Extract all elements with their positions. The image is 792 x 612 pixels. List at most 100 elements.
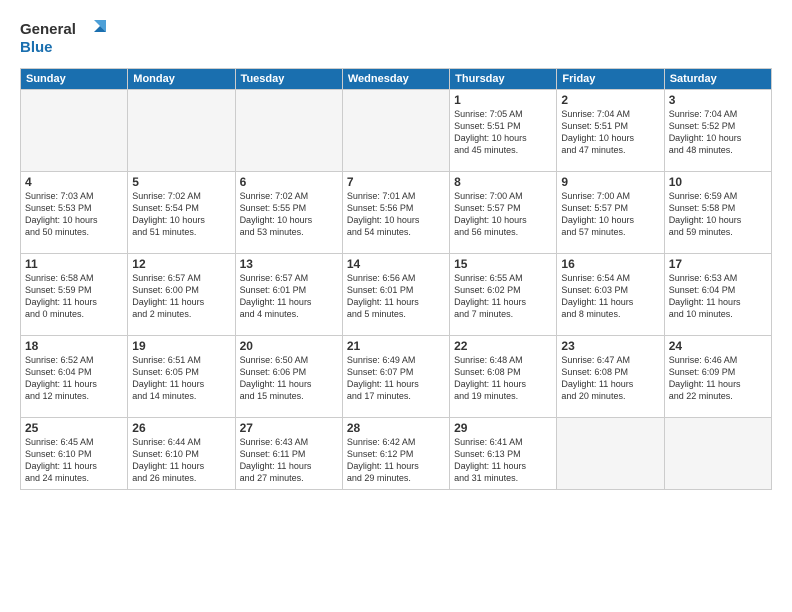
calendar-cell bbox=[342, 90, 449, 172]
day-number: 21 bbox=[347, 339, 445, 353]
week-row-5: 25Sunrise: 6:45 AMSunset: 6:10 PMDayligh… bbox=[21, 418, 772, 490]
weekday-sunday: Sunday bbox=[21, 69, 128, 90]
day-info: Sunrise: 6:52 AMSunset: 6:04 PMDaylight:… bbox=[25, 354, 123, 403]
calendar-cell: 5Sunrise: 7:02 AMSunset: 5:54 PMDaylight… bbox=[128, 172, 235, 254]
day-number: 29 bbox=[454, 421, 552, 435]
calendar-cell: 26Sunrise: 6:44 AMSunset: 6:10 PMDayligh… bbox=[128, 418, 235, 490]
calendar-cell: 10Sunrise: 6:59 AMSunset: 5:58 PMDayligh… bbox=[664, 172, 771, 254]
day-number: 23 bbox=[561, 339, 659, 353]
day-number: 8 bbox=[454, 175, 552, 189]
calendar-cell: 27Sunrise: 6:43 AMSunset: 6:11 PMDayligh… bbox=[235, 418, 342, 490]
calendar-cell: 25Sunrise: 6:45 AMSunset: 6:10 PMDayligh… bbox=[21, 418, 128, 490]
weekday-wednesday: Wednesday bbox=[342, 69, 449, 90]
week-row-3: 11Sunrise: 6:58 AMSunset: 5:59 PMDayligh… bbox=[21, 254, 772, 336]
calendar-table: SundayMondayTuesdayWednesdayThursdayFrid… bbox=[20, 68, 772, 490]
calendar-cell: 9Sunrise: 7:00 AMSunset: 5:57 PMDaylight… bbox=[557, 172, 664, 254]
day-info: Sunrise: 6:53 AMSunset: 6:04 PMDaylight:… bbox=[669, 272, 767, 321]
calendar-cell: 4Sunrise: 7:03 AMSunset: 5:53 PMDaylight… bbox=[21, 172, 128, 254]
day-info: Sunrise: 7:00 AMSunset: 5:57 PMDaylight:… bbox=[561, 190, 659, 239]
day-number: 17 bbox=[669, 257, 767, 271]
calendar-cell: 8Sunrise: 7:00 AMSunset: 5:57 PMDaylight… bbox=[450, 172, 557, 254]
day-info: Sunrise: 7:04 AMSunset: 5:52 PMDaylight:… bbox=[669, 108, 767, 157]
calendar-cell: 28Sunrise: 6:42 AMSunset: 6:12 PMDayligh… bbox=[342, 418, 449, 490]
day-info: Sunrise: 6:42 AMSunset: 6:12 PMDaylight:… bbox=[347, 436, 445, 485]
calendar-cell: 29Sunrise: 6:41 AMSunset: 6:13 PMDayligh… bbox=[450, 418, 557, 490]
calendar-cell: 11Sunrise: 6:58 AMSunset: 5:59 PMDayligh… bbox=[21, 254, 128, 336]
calendar-cell bbox=[128, 90, 235, 172]
day-info: Sunrise: 6:56 AMSunset: 6:01 PMDaylight:… bbox=[347, 272, 445, 321]
page-header: General Blue bbox=[20, 16, 772, 58]
weekday-thursday: Thursday bbox=[450, 69, 557, 90]
day-info: Sunrise: 7:02 AMSunset: 5:55 PMDaylight:… bbox=[240, 190, 338, 239]
week-row-1: 1Sunrise: 7:05 AMSunset: 5:51 PMDaylight… bbox=[21, 90, 772, 172]
calendar-cell: 16Sunrise: 6:54 AMSunset: 6:03 PMDayligh… bbox=[557, 254, 664, 336]
day-info: Sunrise: 6:51 AMSunset: 6:05 PMDaylight:… bbox=[132, 354, 230, 403]
weekday-header-row: SundayMondayTuesdayWednesdayThursdayFrid… bbox=[21, 69, 772, 90]
calendar-cell bbox=[235, 90, 342, 172]
calendar-cell: 20Sunrise: 6:50 AMSunset: 6:06 PMDayligh… bbox=[235, 336, 342, 418]
day-number: 9 bbox=[561, 175, 659, 189]
day-number: 1 bbox=[454, 93, 552, 107]
calendar-cell: 12Sunrise: 6:57 AMSunset: 6:00 PMDayligh… bbox=[128, 254, 235, 336]
calendar-cell: 14Sunrise: 6:56 AMSunset: 6:01 PMDayligh… bbox=[342, 254, 449, 336]
day-number: 19 bbox=[132, 339, 230, 353]
day-number: 13 bbox=[240, 257, 338, 271]
calendar-cell: 21Sunrise: 6:49 AMSunset: 6:07 PMDayligh… bbox=[342, 336, 449, 418]
calendar-cell: 23Sunrise: 6:47 AMSunset: 6:08 PMDayligh… bbox=[557, 336, 664, 418]
day-number: 14 bbox=[347, 257, 445, 271]
weekday-saturday: Saturday bbox=[664, 69, 771, 90]
calendar-cell: 13Sunrise: 6:57 AMSunset: 6:01 PMDayligh… bbox=[235, 254, 342, 336]
weekday-tuesday: Tuesday bbox=[235, 69, 342, 90]
day-info: Sunrise: 6:47 AMSunset: 6:08 PMDaylight:… bbox=[561, 354, 659, 403]
day-info: Sunrise: 6:55 AMSunset: 6:02 PMDaylight:… bbox=[454, 272, 552, 321]
day-info: Sunrise: 6:43 AMSunset: 6:11 PMDaylight:… bbox=[240, 436, 338, 485]
day-number: 26 bbox=[132, 421, 230, 435]
day-number: 7 bbox=[347, 175, 445, 189]
calendar-cell: 7Sunrise: 7:01 AMSunset: 5:56 PMDaylight… bbox=[342, 172, 449, 254]
calendar-cell: 24Sunrise: 6:46 AMSunset: 6:09 PMDayligh… bbox=[664, 336, 771, 418]
day-number: 22 bbox=[454, 339, 552, 353]
calendar-cell: 19Sunrise: 6:51 AMSunset: 6:05 PMDayligh… bbox=[128, 336, 235, 418]
day-number: 24 bbox=[669, 339, 767, 353]
day-number: 5 bbox=[132, 175, 230, 189]
week-row-2: 4Sunrise: 7:03 AMSunset: 5:53 PMDaylight… bbox=[21, 172, 772, 254]
logo-svg: General Blue bbox=[20, 16, 110, 58]
day-info: Sunrise: 6:58 AMSunset: 5:59 PMDaylight:… bbox=[25, 272, 123, 321]
calendar-cell: 17Sunrise: 6:53 AMSunset: 6:04 PMDayligh… bbox=[664, 254, 771, 336]
day-info: Sunrise: 7:05 AMSunset: 5:51 PMDaylight:… bbox=[454, 108, 552, 157]
calendar-cell: 18Sunrise: 6:52 AMSunset: 6:04 PMDayligh… bbox=[21, 336, 128, 418]
day-number: 2 bbox=[561, 93, 659, 107]
day-info: Sunrise: 6:59 AMSunset: 5:58 PMDaylight:… bbox=[669, 190, 767, 239]
day-number: 4 bbox=[25, 175, 123, 189]
svg-text:Blue: Blue bbox=[20, 39, 53, 56]
weekday-friday: Friday bbox=[557, 69, 664, 90]
day-info: Sunrise: 6:49 AMSunset: 6:07 PMDaylight:… bbox=[347, 354, 445, 403]
calendar-cell bbox=[664, 418, 771, 490]
day-info: Sunrise: 6:57 AMSunset: 6:01 PMDaylight:… bbox=[240, 272, 338, 321]
day-info: Sunrise: 6:50 AMSunset: 6:06 PMDaylight:… bbox=[240, 354, 338, 403]
day-number: 27 bbox=[240, 421, 338, 435]
day-info: Sunrise: 6:45 AMSunset: 6:10 PMDaylight:… bbox=[25, 436, 123, 485]
day-number: 15 bbox=[454, 257, 552, 271]
day-info: Sunrise: 6:54 AMSunset: 6:03 PMDaylight:… bbox=[561, 272, 659, 321]
day-info: Sunrise: 6:57 AMSunset: 6:00 PMDaylight:… bbox=[132, 272, 230, 321]
day-number: 12 bbox=[132, 257, 230, 271]
day-info: Sunrise: 7:02 AMSunset: 5:54 PMDaylight:… bbox=[132, 190, 230, 239]
day-info: Sunrise: 6:41 AMSunset: 6:13 PMDaylight:… bbox=[454, 436, 552, 485]
day-info: Sunrise: 7:01 AMSunset: 5:56 PMDaylight:… bbox=[347, 190, 445, 239]
day-info: Sunrise: 6:44 AMSunset: 6:10 PMDaylight:… bbox=[132, 436, 230, 485]
calendar-cell: 22Sunrise: 6:48 AMSunset: 6:08 PMDayligh… bbox=[450, 336, 557, 418]
day-number: 18 bbox=[25, 339, 123, 353]
calendar-cell: 3Sunrise: 7:04 AMSunset: 5:52 PMDaylight… bbox=[664, 90, 771, 172]
day-number: 11 bbox=[25, 257, 123, 271]
calendar-cell bbox=[21, 90, 128, 172]
calendar-cell: 6Sunrise: 7:02 AMSunset: 5:55 PMDaylight… bbox=[235, 172, 342, 254]
calendar-cell bbox=[557, 418, 664, 490]
day-number: 16 bbox=[561, 257, 659, 271]
week-row-4: 18Sunrise: 6:52 AMSunset: 6:04 PMDayligh… bbox=[21, 336, 772, 418]
day-number: 20 bbox=[240, 339, 338, 353]
day-number: 3 bbox=[669, 93, 767, 107]
day-info: Sunrise: 7:00 AMSunset: 5:57 PMDaylight:… bbox=[454, 190, 552, 239]
logo: General Blue bbox=[20, 16, 110, 58]
day-info: Sunrise: 7:04 AMSunset: 5:51 PMDaylight:… bbox=[561, 108, 659, 157]
